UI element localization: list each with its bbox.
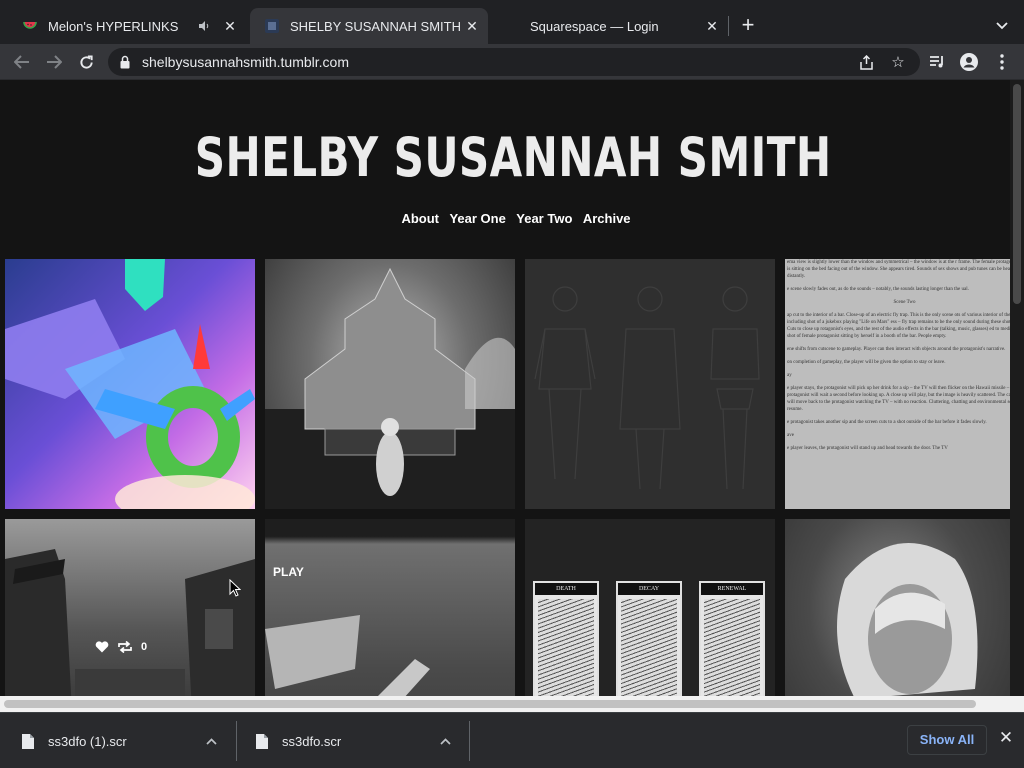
notes-count: 0 [141, 641, 148, 653]
document-paragraph: e protagonist takes another sip and the … [787, 420, 987, 425]
tab-title: SHELBY SUSANNAH SMITH [290, 18, 461, 34]
back-arrow-icon[interactable] [8, 48, 36, 76]
post-fountain-image[interactable] [265, 259, 515, 509]
tumblr-favicon-icon [264, 18, 280, 34]
tarot-card-label: DECAY [618, 583, 680, 595]
download-separator [469, 721, 470, 761]
vertical-scrollbar-thumb[interactable] [1013, 84, 1021, 304]
post-3d-render-image[interactable] [5, 259, 255, 509]
download-filename: ss3dfo (1).scr [48, 733, 127, 749]
download-shelf: ss3dfo (1).scr ss3dfo.scr Show All ✕ [0, 712, 1024, 768]
post-portrait-image[interactable] [785, 519, 1024, 696]
site-nav: About Year One Year Two Archive [0, 210, 1024, 228]
heart-icon[interactable] [95, 641, 109, 653]
tarot-card-art [621, 599, 677, 696]
reload-icon[interactable] [72, 48, 100, 76]
page-viewport: SHELBY SUSANNAH SMITH About Year One Yea… [0, 80, 1024, 696]
document-paragraph: ay [787, 373, 792, 378]
sketch-artwork [534, 286, 760, 490]
url-text: shelbysusannahsmith.tumblr.com [142, 54, 349, 70]
document-heading: Scene Two [893, 300, 916, 305]
document-paragraph: on completion of gameplay, the player wi… [787, 360, 946, 365]
post-notes-overlay: 0 [95, 635, 147, 659]
tarot-card-death: DEATH [533, 581, 599, 696]
file-icon [256, 733, 268, 749]
nav-link-year-one[interactable]: Year One [449, 211, 505, 226]
speaker-icon[interactable] [196, 21, 214, 31]
chevron-down-icon[interactable] [990, 14, 1014, 38]
download-filename: ss3dfo.scr [282, 733, 342, 749]
tab-title: Squarespace — Login [530, 18, 659, 34]
close-tab-icon[interactable]: ✕ [702, 16, 722, 36]
media-playlist-icon[interactable] [923, 48, 951, 76]
kebab-menu-icon[interactable] [988, 48, 1016, 76]
horizontal-scrollbar[interactable] [0, 696, 1024, 712]
document-text: ema view is slightly lower than the wind… [785, 259, 1024, 458]
street-artwork [5, 549, 255, 696]
tarot-card-art [704, 599, 760, 696]
post-character-sketch-image[interactable] [525, 259, 775, 509]
tab-separator [728, 16, 729, 36]
forward-arrow-icon[interactable] [40, 48, 68, 76]
site-title[interactable]: SHELBY SUSANNAH SMITH [114, 126, 913, 189]
mouse-cursor-icon [229, 579, 241, 597]
chevron-up-icon[interactable] [440, 734, 451, 748]
post-video[interactable]: PLAY [265, 519, 515, 696]
close-tab-icon[interactable]: ✕ [220, 16, 240, 36]
tarot-card-art [538, 599, 594, 696]
star-icon[interactable]: ☆ [888, 52, 908, 72]
download-item[interactable]: ss3dfo.scr [236, 721, 469, 761]
share-icon[interactable] [856, 52, 876, 72]
reblog-icon[interactable] [117, 641, 133, 653]
file-icon [22, 733, 34, 749]
tab-shelby-susannah-smith[interactable]: SHELBY SUSANNAH SMITH ✕ [250, 8, 488, 44]
new-tab-icon[interactable]: + [736, 14, 760, 38]
close-tab-icon[interactable]: ✕ [462, 16, 482, 36]
tarot-card-renewal: RENEWAL [699, 581, 765, 696]
document-paragraph: ap cut to the interior of a bar. Close-u… [787, 313, 1020, 339]
lock-icon [120, 55, 130, 69]
address-bar[interactable]: shelbysusannahsmith.tumblr.com ☆ [108, 48, 920, 76]
document-paragraph: e player stays, the protagonist will pic… [787, 386, 1022, 412]
tarot-card-label: DEATH [535, 583, 597, 595]
download-item[interactable]: ss3dfo (1).scr [0, 721, 236, 761]
chevron-up-icon[interactable] [206, 734, 217, 748]
nav-link-about[interactable]: About [401, 211, 439, 226]
portrait-artwork [837, 543, 978, 696]
render-artwork [5, 259, 255, 509]
document-paragraph: ene shifts from cutscene to gameplay. Pl… [787, 347, 1006, 352]
post-street-photo-image[interactable]: 0 [5, 519, 255, 696]
squarespace-favicon-icon [504, 18, 520, 34]
tarot-card-label: RENEWAL [701, 583, 763, 595]
show-all-downloads-button[interactable]: Show All [907, 725, 987, 755]
document-paragraph: e player leaves, the protagonist will st… [787, 446, 948, 451]
watermelon-icon [22, 18, 38, 34]
horizontal-scrollbar-thumb[interactable] [4, 700, 976, 708]
vertical-scrollbar[interactable] [1010, 80, 1024, 696]
play-label[interactable]: PLAY [273, 565, 304, 579]
browser-toolbar: shelbysusannahsmith.tumblr.com ☆ [0, 44, 1024, 80]
document-paragraph: e scene slowly fades out, as do the soun… [787, 287, 969, 292]
fountain-artwork [265, 267, 515, 509]
tab-squarespace-login[interactable]: Squarespace — Login ✕ [490, 8, 728, 44]
video-thumbnail-artwork [265, 615, 430, 696]
document-paragraph: ema view is slightly lower than the wind… [787, 260, 1019, 279]
tarot-card-decay: DECAY [616, 581, 682, 696]
post-tarot-cards-image[interactable]: DEATH DECAY RENEWAL [525, 519, 775, 696]
nav-link-archive[interactable]: Archive [583, 211, 631, 226]
post-text-document[interactable]: ema view is slightly lower than the wind… [785, 259, 1024, 509]
tab-strip: Melon's HYPERLINKS ✕ SHELBY SUSANNAH SMI… [0, 0, 1024, 44]
tab-melons-hyperlinks[interactable]: Melon's HYPERLINKS ✕ [8, 8, 246, 44]
profile-icon[interactable] [955, 48, 983, 76]
close-icon[interactable]: ✕ [996, 728, 1016, 752]
tab-title: Melon's HYPERLINKS [48, 18, 179, 34]
nav-link-year-two[interactable]: Year Two [516, 211, 572, 226]
document-paragraph: ave [787, 433, 794, 438]
